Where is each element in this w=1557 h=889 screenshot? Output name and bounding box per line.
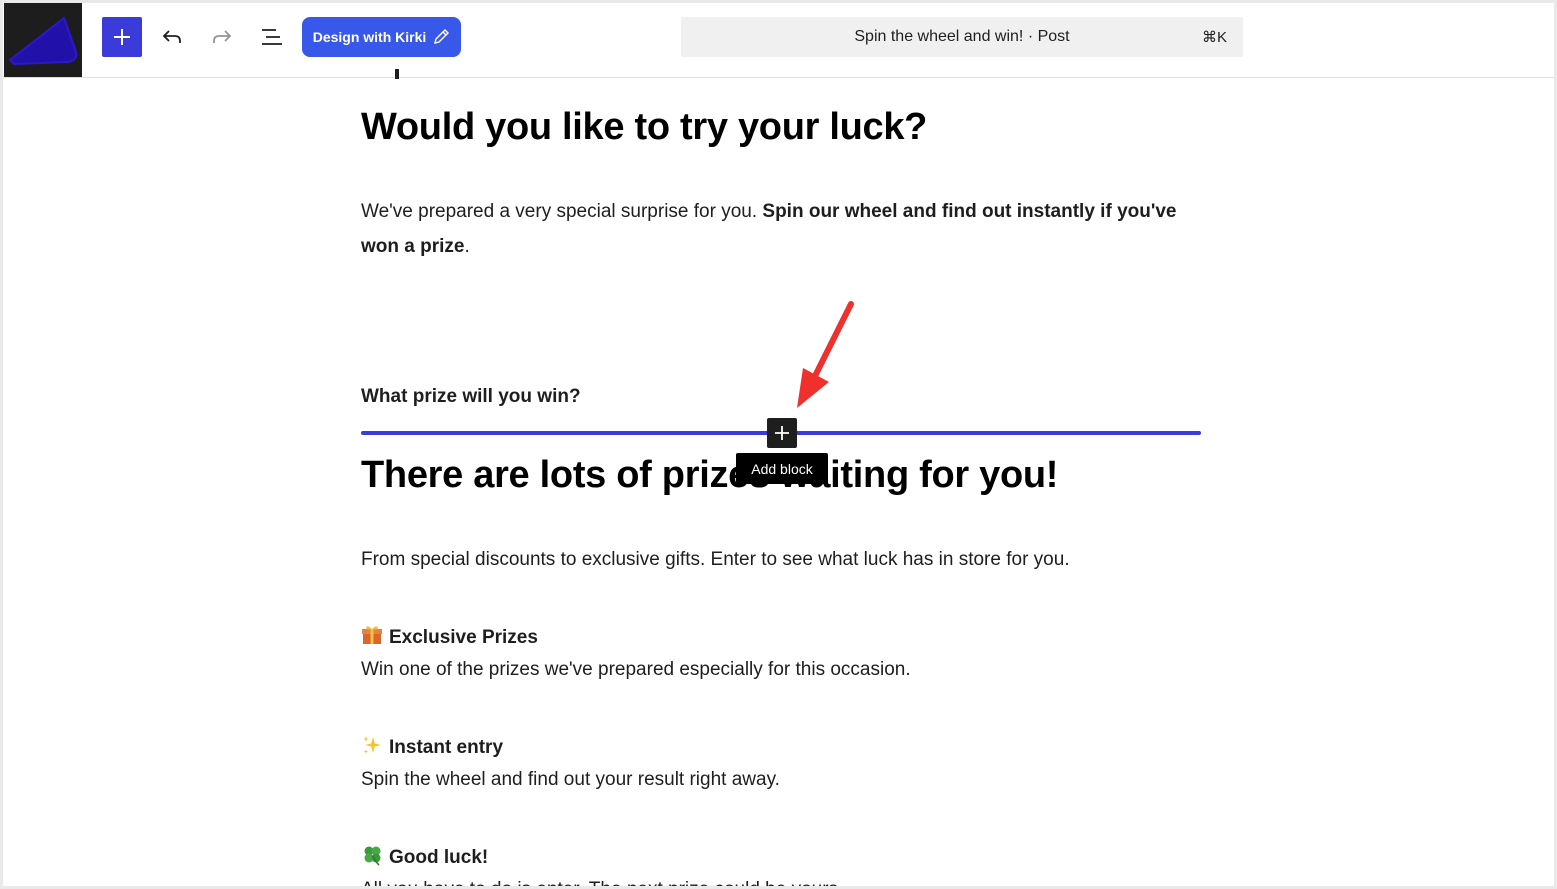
feature-title-text: Good luck! — [389, 847, 489, 868]
prizes-description[interactable]: From special discounts to exclusive gift… — [361, 542, 1201, 577]
list-view-icon — [262, 29, 282, 45]
feature-text[interactable]: All you have to do is enter. The next pr… — [361, 872, 1201, 886]
feature-text[interactable]: Spin the wheel and find out your result … — [361, 762, 1201, 797]
intro-plain-text: We've prepared a very special surprise f… — [361, 201, 763, 222]
document-title: Spin the wheel and win! · Post — [854, 28, 1070, 45]
plus-icon — [775, 426, 789, 440]
feature-title[interactable]: Instant entry — [361, 734, 503, 759]
redo-button[interactable] — [202, 17, 242, 57]
editor-frame: Design with Kirki Spin the wheel and win… — [0, 0, 1557, 889]
clipped-text-fragment — [395, 69, 399, 79]
feature-title[interactable]: Good luck! — [361, 844, 488, 869]
gift-icon — [362, 626, 382, 644]
kirki-button-label: Design with Kirki — [312, 29, 427, 45]
design-with-kirki-button[interactable]: Design with Kirki — [302, 17, 461, 57]
editor-toolbar: Design with Kirki Spin the wheel and win… — [3, 3, 1554, 78]
command-shortcut: ⌘K — [1201, 29, 1227, 46]
sparkles-icon — [363, 736, 381, 754]
feature-text[interactable]: Win one of the prizes we've prepared esp… — [361, 652, 1201, 687]
heading-lots-of-prizes[interactable]: There are lots of prizes waiting for you… — [361, 454, 1058, 497]
site-logo[interactable] — [4, 3, 82, 77]
clover-icon — [364, 846, 381, 866]
prize-question[interactable]: What prize will you win? — [361, 386, 581, 408]
feature-title[interactable]: Exclusive Prizes — [361, 624, 538, 649]
feature-title-text: Instant entry — [389, 737, 504, 758]
logo-icon — [8, 16, 78, 66]
feature-title-text: Exclusive Prizes — [389, 627, 538, 648]
redo-icon — [213, 30, 232, 43]
plus-icon — [114, 29, 130, 45]
pencil-icon — [434, 29, 450, 44]
list-view-button[interactable] — [252, 17, 292, 57]
annotation-arrow-icon — [797, 301, 854, 408]
undo-icon — [162, 30, 181, 43]
block-inserter-toggle[interactable] — [102, 17, 142, 57]
command-palette-bar[interactable]: Spin the wheel and win! · Post ⌘K — [681, 17, 1243, 57]
heading-try-your-luck[interactable]: Would you like to try your luck? — [361, 106, 927, 149]
intro-end-text: . — [464, 236, 470, 257]
add-block-tooltip: Add block — [736, 453, 828, 484]
intro-paragraph[interactable]: We've prepared a very special surprise f… — [361, 194, 1181, 264]
add-block-button[interactable] — [767, 418, 797, 448]
undo-button[interactable] — [152, 17, 192, 57]
